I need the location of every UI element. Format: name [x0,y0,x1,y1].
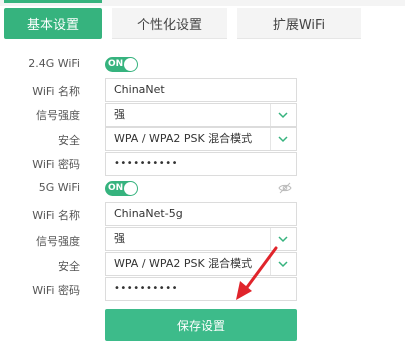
wifi5-name-label: WiFi 名称 [32,209,80,222]
toggle-knob [124,58,137,71]
wifi5-signal-value: 强 [114,232,125,245]
select-divider [270,128,271,150]
wifi5-password-label: WiFi 密码 [32,284,80,297]
chevron-down-icon [278,236,288,243]
wifi24-name-label: WiFi 名称 [32,85,80,98]
wifi24-signal-value: 强 [114,108,125,121]
chevron-down-icon [278,112,288,119]
wifi24-signal-label: 信号强度 [36,109,80,122]
save-settings-button[interactable]: 保存设置 [105,309,297,341]
wifi5-toggle-text: ON [108,183,124,193]
wifi5-security-label: 安全 [58,260,80,273]
wifi5-security-value: WPA / WPA2 PSK 混合模式 [114,257,253,270]
select-divider [270,253,271,275]
wifi24-security-value: WPA / WPA2 PSK 混合模式 [114,132,253,145]
wifi24-password-input[interactable]: •••••••••• [105,152,297,176]
toggle-knob [124,182,137,195]
wifi24-toggle[interactable]: ON [105,57,138,72]
wifi24-name-input[interactable]: ChinaNet [105,78,297,102]
select-divider [270,228,271,250]
wifi24-security-label: 安全 [58,134,80,147]
wifi24-toggle-text: ON [108,59,124,69]
chevron-down-icon [278,136,288,143]
wifi5-name-input[interactable]: ChinaNet-5g [105,202,297,226]
tab-basic-settings[interactable]: 基本设置 [4,8,102,39]
tab-extend-wifi[interactable]: 扩展WiFi [237,8,361,39]
chevron-down-icon [278,261,288,268]
red-arrow-icon [236,246,278,300]
wifi5-security-select[interactable]: WPA / WPA2 PSK 混合模式 [105,252,297,276]
eye-slash-icon[interactable] [278,182,292,194]
wifi24-section-label: 2.4G WiFi [28,57,80,70]
wifi5-password-input[interactable]: •••••••••• [105,277,297,301]
wifi24-password-label: WiFi 密码 [32,158,80,171]
wifi24-signal-select[interactable]: 强 [105,103,297,127]
wifi5-section-label: 5G WiFi [38,181,80,194]
active-tab-accent [4,0,102,3]
wifi5-toggle[interactable]: ON [105,181,138,196]
select-divider [270,104,271,126]
wifi24-security-select[interactable]: WPA / WPA2 PSK 混合模式 [105,127,297,151]
wifi5-signal-label: 信号强度 [36,235,80,248]
tab-personalization[interactable]: 个性化设置 [112,8,227,39]
top-strip [0,0,405,6]
wifi5-signal-select[interactable]: 强 [105,227,297,251]
